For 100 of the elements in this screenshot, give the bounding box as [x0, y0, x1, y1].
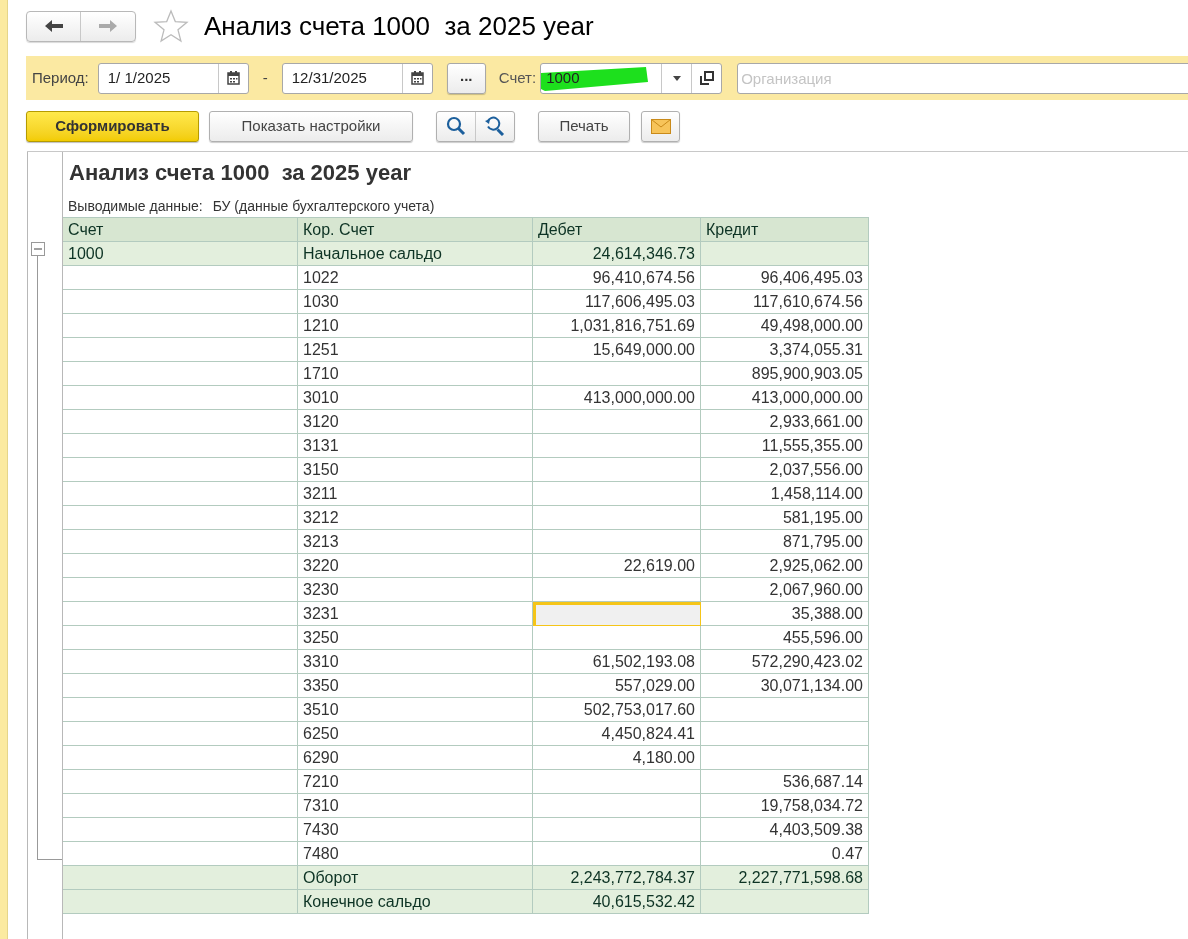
table-cell: 871,795.00: [701, 530, 869, 554]
table-cell: 7430: [298, 818, 533, 842]
table-cell: 2,243,772,784.37: [533, 866, 701, 890]
window-title: Анализ счета 1000 за 2025 year: [204, 9, 594, 43]
output-value: БУ (данные бухгалтерского учета): [212, 196, 435, 216]
back-arrow-icon: [43, 19, 64, 33]
table-cell: 1030: [298, 290, 533, 314]
generate-button[interactable]: Сформировать: [26, 110, 199, 142]
period-label: Период:: [32, 67, 89, 88]
table-cell: 502,753,017.60: [533, 698, 701, 722]
table-cell: 1,458,114.00: [701, 482, 869, 506]
table-cell: 413,000,000.00: [533, 386, 701, 410]
show-settings-button[interactable]: Показать настройки: [209, 110, 413, 142]
table-cell: 3510: [298, 698, 533, 722]
table-cell: 1022: [298, 266, 533, 290]
table-cell: 3150: [298, 458, 533, 482]
search-refresh-icon: [484, 116, 506, 136]
table-cell: 1710: [298, 362, 533, 386]
table-cell: 3220: [298, 554, 533, 578]
table-cell: 3120: [298, 410, 533, 434]
date-value: 1/ 1/2025: [106, 67, 172, 88]
table-cell: 1251: [298, 338, 533, 362]
table-cell: 35,388.00: [701, 602, 869, 626]
table-cell: 1,031,816,751.69: [533, 314, 701, 338]
table-cell: 455,596.00: [701, 626, 869, 650]
table-cell: 3310: [298, 650, 533, 674]
table-cell: 19,758,034.72: [701, 794, 869, 818]
table-cell: 40,615,532.42: [533, 890, 701, 914]
table-cell: 895,900,903.05: [701, 362, 869, 386]
minus-icon: [34, 248, 42, 250]
table-cell: 22,619.00: [533, 554, 701, 578]
table-cell: 3010: [298, 386, 533, 410]
table-cell: 413,000,000.00: [701, 386, 869, 410]
table-cell: 1210: [298, 314, 533, 338]
table-cell: 6250: [298, 722, 533, 746]
column-header: Счет: [63, 218, 298, 242]
table-cell: 2,067,960.00: [701, 578, 869, 602]
account-field[interactable]: 1000: [540, 62, 723, 94]
more-button[interactable]: ...: [446, 62, 486, 94]
table-cell: 2,925,062.00: [701, 554, 869, 578]
table-cell: 49,498,000.00: [701, 314, 869, 338]
report-title: Анализ счета 1000 за 2025 year: [69, 159, 412, 187]
table-cell: 3212: [298, 506, 533, 530]
table-cell: 96,406,495.03: [701, 266, 869, 290]
email-button[interactable]: [641, 110, 680, 142]
date-value: 12/31/2025: [290, 67, 368, 88]
table-cell: 2,227,771,598.68: [701, 866, 869, 890]
period-separator: -: [262, 67, 268, 88]
table-cell: 117,606,495.03: [533, 290, 701, 314]
star-icon[interactable]: [153, 9, 189, 43]
table-cell: 15,649,000.00: [533, 338, 701, 362]
envelope-icon: [650, 118, 671, 134]
table-cell: 11,555,355.00: [701, 434, 869, 458]
table-cell: 3250: [298, 626, 533, 650]
column-header: Кредит: [701, 218, 869, 242]
table-cell: 7210: [298, 770, 533, 794]
table-cell: 117,610,674.56: [701, 290, 869, 314]
calendar-icon: [226, 71, 240, 85]
table-cell: Конечное сальдо: [298, 890, 533, 914]
column-header: Кор. Счет: [298, 218, 533, 242]
table-cell: Оборот: [298, 866, 533, 890]
table-cell: 24,614,346.73: [533, 242, 701, 266]
calendar-icon: [410, 71, 424, 85]
table-cell: 2,933,661.00: [701, 410, 869, 434]
table-cell: 581,195.00: [701, 506, 869, 530]
table-cell: 96,410,674.56: [533, 266, 701, 290]
table-cell: 4,450,824.41: [533, 722, 701, 746]
date-field[interactable]: 1/ 1/2025: [97, 62, 249, 94]
column-header: Дебет: [533, 218, 701, 242]
table-cell: 7310: [298, 794, 533, 818]
organization-field[interactable]: Организация: [737, 62, 1188, 94]
table-cell: 7480: [298, 842, 533, 866]
table-cell: 6290: [298, 746, 533, 770]
table-cell: 3350: [298, 674, 533, 698]
table-cell: 4,403,509.38: [701, 818, 869, 842]
table-cell: Начальное сальдо: [298, 242, 533, 266]
account-value: 1000: [545, 67, 580, 88]
table-cell: 3211: [298, 482, 533, 506]
output-label: Выводимые данные:: [68, 196, 203, 216]
table-cell: 536,687.14: [701, 770, 869, 794]
table-cell: 61,502,193.08: [533, 650, 701, 674]
print-button[interactable]: Печать: [538, 110, 630, 142]
table-cell: 3213: [298, 530, 533, 554]
caret-icon: [672, 75, 681, 81]
date-field[interactable]: 12/31/2025: [281, 62, 433, 94]
table-cell: 557,029.00: [533, 674, 701, 698]
table-cell: 30,071,134.00: [701, 674, 869, 698]
table-cell: 3131: [298, 434, 533, 458]
table-cell: 3231: [298, 602, 533, 626]
forward-arrow-icon: [98, 19, 118, 33]
search-icon: [446, 116, 466, 136]
table-cell: 1000: [63, 242, 298, 266]
table-cell: 3,374,055.31: [701, 338, 869, 362]
table-cell: 2,037,556.00: [701, 458, 869, 482]
collapse-toggle[interactable]: [31, 242, 45, 256]
table-cell: 0.47: [701, 842, 869, 866]
table-cell: 3230: [298, 578, 533, 602]
table-cell: 572,290,423.02: [701, 650, 869, 674]
account-label: Счет:: [498, 67, 537, 88]
table-cell: 4,180.00: [533, 746, 701, 770]
